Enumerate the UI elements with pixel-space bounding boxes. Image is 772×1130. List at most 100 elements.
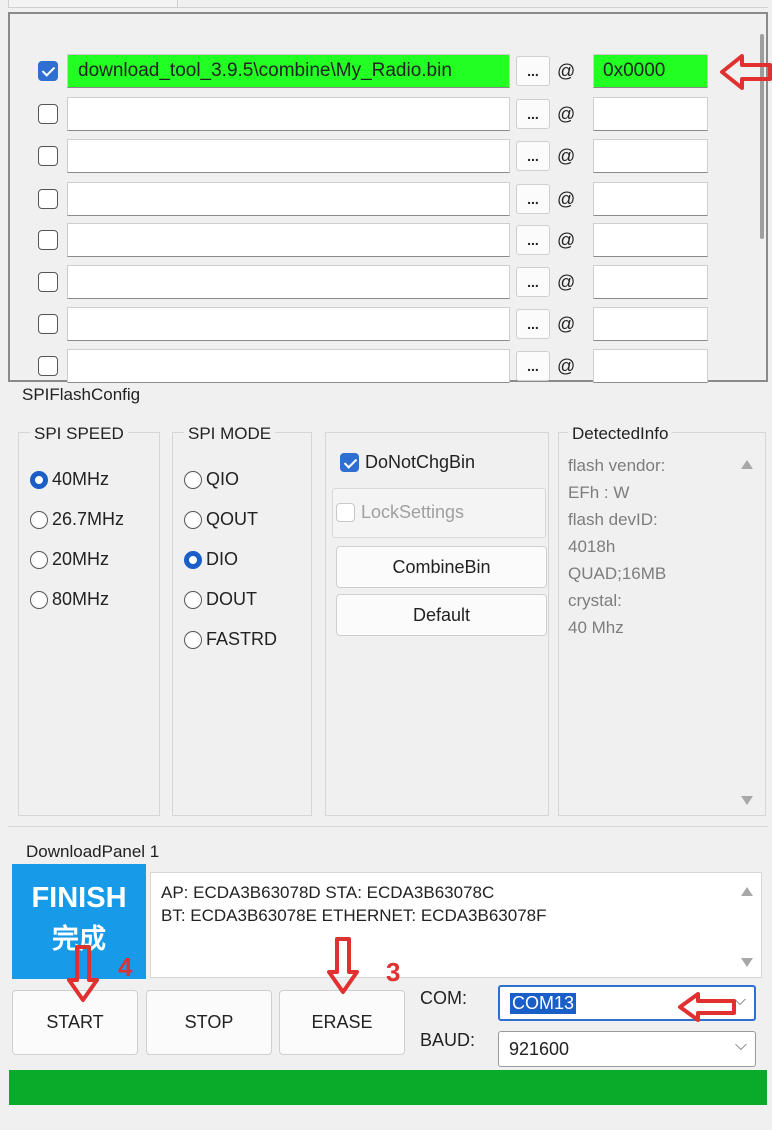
address-input[interactable] — [593, 182, 708, 216]
scroll-down-icon[interactable] — [741, 796, 753, 805]
radio-dot — [184, 550, 202, 569]
radio-label: QOUT — [206, 509, 258, 529]
annotation-arrow-start — [67, 945, 99, 1002]
progress-bar — [9, 1070, 767, 1105]
log-scroll-up-icon[interactable] — [741, 887, 753, 896]
do-not-chg-bin-checkbox[interactable]: DoNotChgBin — [340, 452, 475, 473]
radio-dio[interactable]: DIO — [184, 549, 238, 570]
radio-label: 20MHz — [52, 549, 110, 569]
file-row-checkbox[interactable] — [38, 272, 58, 292]
browse-button[interactable]: ... — [516, 351, 550, 381]
radio-qio[interactable]: QIO — [184, 469, 239, 490]
stop-button[interactable]: STOP — [146, 990, 272, 1055]
browse-button[interactable]: ... — [516, 141, 550, 171]
radio-fastrd[interactable]: FASTRD — [184, 629, 277, 650]
combine-bin-button[interactable]: CombineBin — [336, 546, 547, 588]
browse-button[interactable]: ... — [516, 267, 550, 297]
file-row-checkbox[interactable] — [38, 104, 58, 124]
browse-button[interactable]: ... — [516, 184, 550, 214]
radio-26-7mhz[interactable]: 26.7MHz — [30, 509, 124, 530]
address-input[interactable] — [593, 307, 708, 341]
radio-80mhz[interactable]: 80MHz — [30, 589, 109, 610]
com-label: COM: — [420, 988, 467, 1008]
checkbox-box — [336, 503, 355, 522]
browse-button[interactable]: ... — [516, 309, 550, 339]
file-path-input[interactable]: download_tool_3.9.5\combine\My_Radio.bin — [67, 54, 510, 88]
file-row-checkbox[interactable] — [38, 61, 58, 81]
radio-dot — [184, 470, 202, 489]
at-symbol: @ — [557, 146, 576, 166]
annotation-arrow-com — [678, 992, 736, 1022]
detected-info-label: DetectedInfo — [568, 424, 673, 444]
file-path-input[interactable] — [67, 265, 510, 299]
chevron-down-icon: ⌵ — [734, 1037, 747, 1054]
com-value: COM13 — [510, 993, 577, 1014]
file-row: ... @ — [8, 305, 768, 343]
file-path-input[interactable] — [67, 223, 510, 257]
at-symbol: @ — [557, 230, 576, 250]
do-not-chg-bin-label: DoNotChgBin — [365, 452, 476, 472]
spi-flash-config-title: SPIFlashConfig — [22, 385, 141, 404]
erase-button[interactable]: ERASE — [279, 990, 405, 1055]
file-row: ... @ — [8, 95, 768, 133]
at-symbol: @ — [557, 189, 576, 209]
address-input[interactable] — [593, 97, 708, 131]
detected-info-line: crystal: — [568, 591, 622, 610]
download-panel-title: DownloadPanel 1 — [26, 842, 160, 861]
radio-dot — [30, 590, 48, 609]
radio-dout[interactable]: DOUT — [184, 589, 257, 610]
file-row: ... @ — [8, 263, 768, 301]
file-row-checkbox[interactable] — [38, 189, 58, 209]
file-row-checkbox[interactable] — [38, 230, 58, 250]
address-input[interactable] — [593, 139, 708, 173]
address-input[interactable] — [593, 349, 708, 383]
radio-label: DIO — [206, 549, 239, 569]
annotation-arrow-address — [720, 54, 772, 90]
file-row-checkbox[interactable] — [38, 356, 58, 376]
annotation-step-3: 3 — [386, 957, 401, 987]
scroll-up-icon[interactable] — [741, 460, 753, 469]
detected-info-line: QUAD;16MB — [568, 564, 667, 583]
address-input[interactable] — [593, 265, 708, 299]
baud-select[interactable]: 921600 ⌵ — [498, 1031, 756, 1067]
annotation-step-4: 4 — [118, 952, 133, 982]
log-scroll-down-icon[interactable] — [741, 958, 753, 967]
spi-mode-label: SPI MODE — [184, 424, 276, 444]
at-symbol: @ — [557, 356, 576, 376]
address-input[interactable] — [593, 223, 708, 257]
radio-dot — [184, 510, 202, 529]
radio-qout[interactable]: QOUT — [184, 509, 258, 530]
browse-button[interactable]: ... — [516, 225, 550, 255]
browse-button[interactable]: ... — [516, 99, 550, 129]
file-row: download_tool_3.9.5\combine\My_Radio.bin… — [8, 52, 768, 90]
lock-settings-checkbox[interactable]: LockSettings — [336, 502, 464, 523]
address-input[interactable]: 0x0000 — [593, 54, 708, 88]
detected-info-text: flash vendor: EFh : W flash devID: 4018h QUA… — [568, 452, 728, 641]
at-symbol: @ — [557, 61, 576, 81]
file-row-checkbox[interactable] — [38, 314, 58, 334]
radio-label: QIO — [206, 469, 240, 489]
file-row: ... @ — [8, 221, 768, 259]
radio-20mhz[interactable]: 20MHz — [30, 549, 109, 570]
radio-label: 26.7MHz — [52, 509, 125, 529]
spi-speed-label: SPI SPEED — [30, 424, 128, 444]
tab-edge — [8, 0, 178, 8]
file-path-input[interactable] — [67, 182, 510, 216]
baud-label: BAUD: — [420, 1030, 476, 1050]
radio-dot — [30, 550, 48, 569]
file-path-input[interactable] — [67, 307, 510, 341]
file-row-checkbox[interactable] — [38, 146, 58, 166]
at-symbol: @ — [557, 314, 576, 334]
status-text-en: FINISH — [31, 882, 127, 914]
log-output[interactable]: AP: ECDA3B63078D STA: ECDA3B63078C BT: E… — [150, 872, 762, 978]
default-button[interactable]: Default — [336, 594, 547, 636]
file-path-input[interactable] — [67, 349, 510, 383]
browse-button[interactable]: ... — [516, 56, 550, 86]
file-path-input[interactable] — [67, 97, 510, 131]
file-path-input[interactable] — [67, 139, 510, 173]
radio-label: DOUT — [206, 589, 257, 609]
radio-dot — [30, 470, 48, 489]
radio-40mhz[interactable]: 40MHz — [30, 469, 109, 490]
baud-value: 921600 — [509, 1039, 570, 1059]
file-path-value: download_tool_3.9.5\combine\My_Radio.bin — [78, 60, 452, 81]
